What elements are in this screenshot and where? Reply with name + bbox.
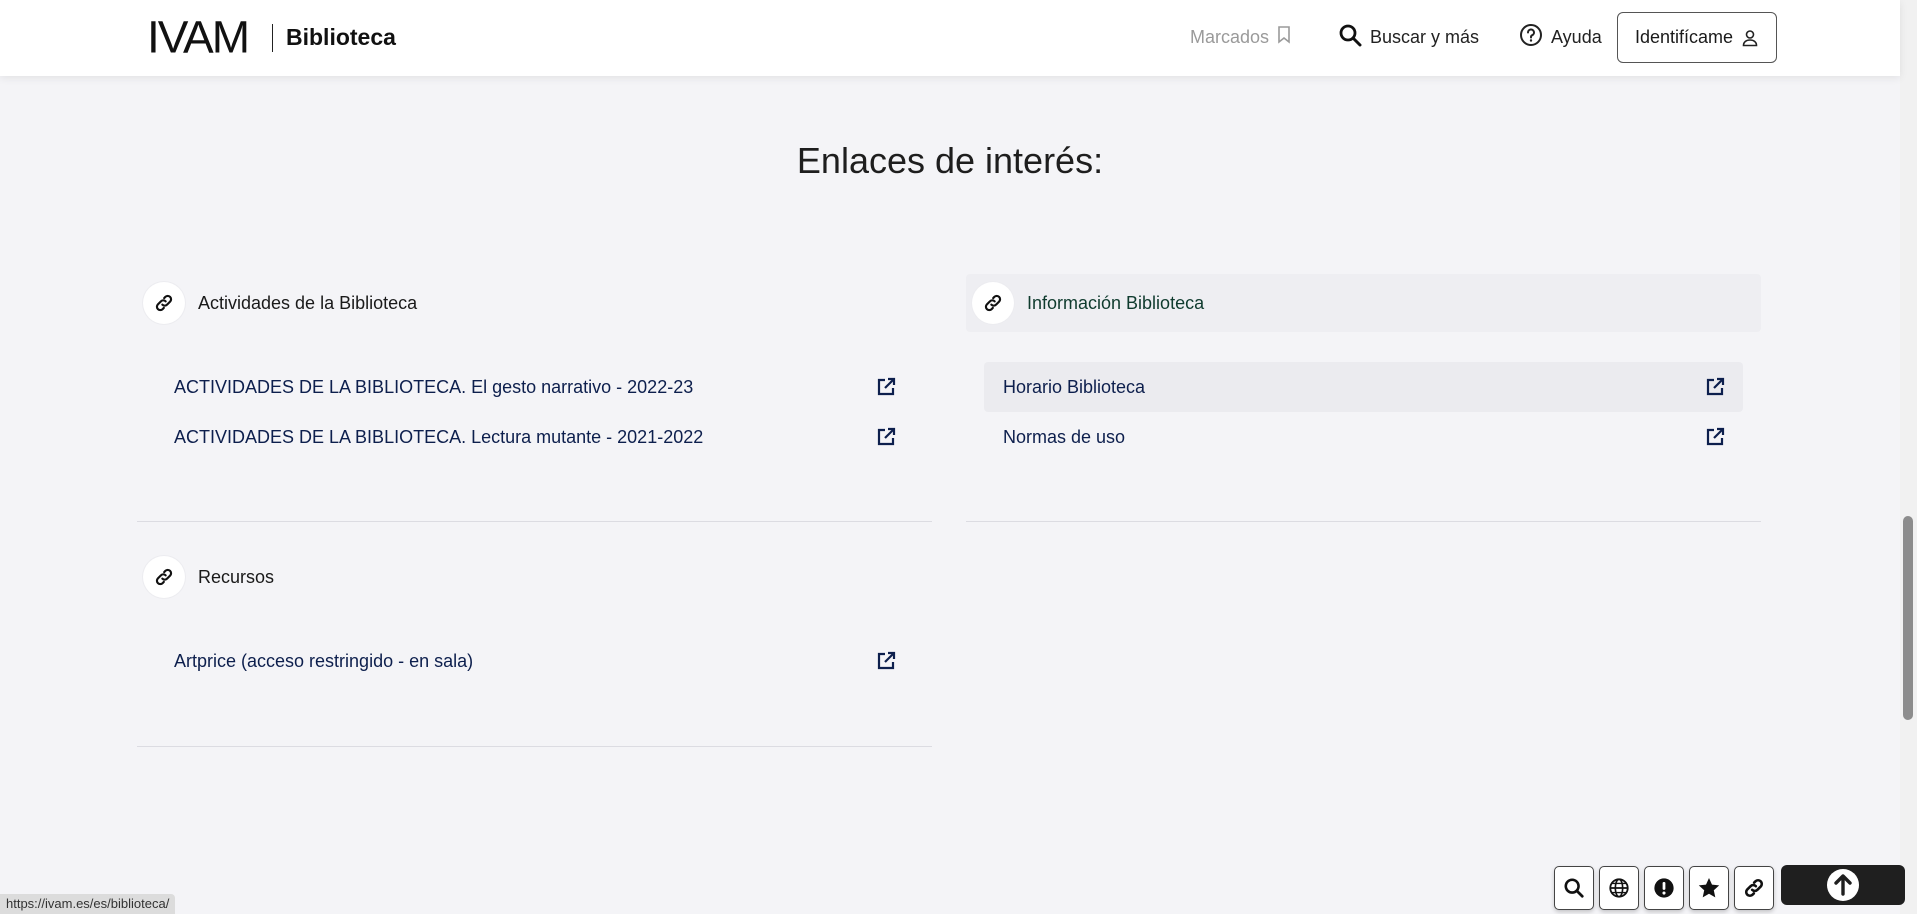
link-label: ACTIVIDADES DE LA BIBLIOTECA. El gesto n… bbox=[174, 376, 694, 397]
help-link[interactable]: Ayuda bbox=[1519, 12, 1602, 62]
status-bar-url: https://ivam.es/es/biblioteca/ bbox=[0, 894, 176, 914]
section-title: Enlaces de interés: bbox=[796, 140, 1104, 181]
link-gesto-narrativo[interactable]: ACTIVIDADES DE LA BIBLIOTECA. El gesto n… bbox=[155, 362, 914, 412]
bookmark-icon bbox=[1277, 25, 1291, 49]
link-list: Horario Biblioteca Normas de uso bbox=[966, 362, 1761, 462]
scrollbar-thumb[interactable] bbox=[1903, 516, 1913, 720]
external-link-icon bbox=[877, 427, 896, 446]
link-icon bbox=[143, 556, 185, 598]
globe-icon bbox=[1609, 878, 1629, 898]
link-label: Artprice (acceso restringido - en sala) bbox=[174, 650, 474, 671]
card-header: Actividades de la Biblioteca bbox=[137, 274, 932, 332]
help-label: Ayuda bbox=[1551, 26, 1602, 47]
card-title: Información Biblioteca bbox=[1027, 292, 1205, 313]
user-icon bbox=[1742, 29, 1758, 46]
help-circle-icon bbox=[1519, 23, 1543, 52]
card-recursos: Recursos Artprice (acceso restringido - … bbox=[137, 548, 932, 747]
card-divider bbox=[966, 521, 1761, 522]
search-icon bbox=[1338, 23, 1362, 52]
alert-icon bbox=[1654, 878, 1674, 898]
toolbar-links-button[interactable] bbox=[1734, 866, 1774, 910]
external-link-icon bbox=[1706, 377, 1725, 396]
link-list: ACTIVIDADES DE LA BIBLIOTECA. El gesto n… bbox=[137, 362, 932, 462]
back-to-top-button[interactable] bbox=[1781, 865, 1905, 905]
arrow-up-icon bbox=[1827, 869, 1859, 901]
marcados-label: Marcados bbox=[1190, 26, 1270, 47]
link-horario[interactable]: Horario Biblioteca bbox=[984, 362, 1743, 412]
search-icon bbox=[1564, 878, 1584, 898]
card-divider bbox=[137, 746, 932, 747]
link-normas[interactable]: Normas de uso bbox=[984, 412, 1743, 462]
card-title: Actividades de la Biblioteca bbox=[198, 292, 418, 313]
link-icon bbox=[972, 282, 1014, 324]
toolbar-alert-button[interactable] bbox=[1644, 866, 1684, 910]
login-label: Identifícame bbox=[1634, 27, 1734, 47]
card-header: Recursos bbox=[137, 548, 932, 606]
link-label: ACTIVIDADES DE LA BIBLIOTECA. Lectura mu… bbox=[174, 426, 704, 447]
toolbar-language-button[interactable] bbox=[1599, 866, 1639, 910]
card-header: Información Biblioteca bbox=[966, 274, 1761, 332]
card-informacion: Información Biblioteca Horario Bibliotec… bbox=[966, 274, 1761, 522]
site-name[interactable]: Biblioteca bbox=[286, 24, 396, 51]
scrollbar-track[interactable] bbox=[1900, 0, 1917, 914]
search-menu-button[interactable]: Buscar y más bbox=[1338, 12, 1479, 62]
login-button[interactable]: Identifícame bbox=[1617, 12, 1777, 63]
marcados-link[interactable]: Marcados bbox=[1190, 12, 1291, 62]
site-header: IVAM Biblioteca Marcados Buscar y más Ay… bbox=[0, 0, 1900, 76]
external-link-icon bbox=[1706, 427, 1725, 446]
link-artprice[interactable]: Artprice (acceso restringido - en sala) bbox=[155, 636, 914, 686]
external-link-icon bbox=[877, 651, 896, 670]
toolbar-search-button[interactable] bbox=[1554, 866, 1594, 910]
ivam-logo[interactable]: IVAM bbox=[147, 14, 250, 59]
card-actividades: Actividades de la Biblioteca ACTIVIDADES… bbox=[137, 274, 932, 522]
link-icon bbox=[143, 282, 185, 324]
link-list: Artprice (acceso restringido - en sala) bbox=[137, 636, 932, 686]
link-label: Horario Biblioteca bbox=[1003, 376, 1146, 397]
card-title: Recursos bbox=[198, 566, 275, 587]
link-label: Normas de uso bbox=[1003, 426, 1126, 447]
star-icon bbox=[1698, 878, 1720, 898]
card-divider bbox=[137, 521, 932, 522]
external-link-icon bbox=[877, 377, 896, 396]
search-menu-label: Buscar y más bbox=[1370, 26, 1480, 47]
link-lectura-mutante[interactable]: ACTIVIDADES DE LA BIBLIOTECA. Lectura mu… bbox=[155, 412, 914, 462]
logo-separator bbox=[272, 24, 273, 52]
link-icon bbox=[1744, 878, 1764, 898]
toolbar-favorites-button[interactable] bbox=[1689, 866, 1729, 910]
